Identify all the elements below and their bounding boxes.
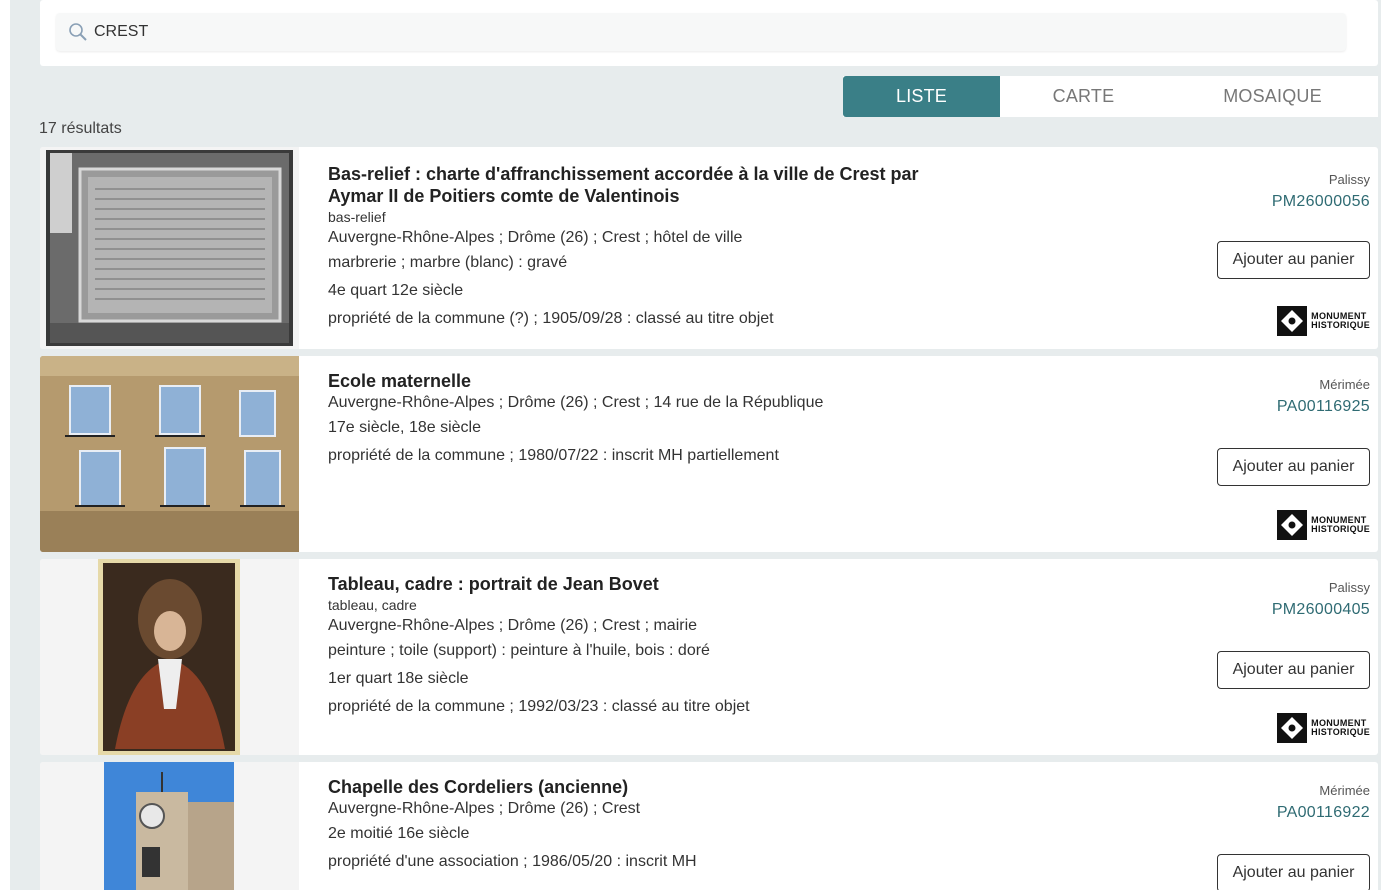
monument-historique-label: MONUMENT HISTORIQUE [1311, 311, 1370, 330]
result-card: Ecole maternelle Auvergne-Rhône-Alpes ; … [40, 356, 1378, 552]
monument-historique-label: MONUMENT HISTORIQUE [1311, 515, 1370, 534]
result-date: 17e siècle, 18e siècle [328, 419, 481, 436]
search-input[interactable]: CREST [56, 13, 1346, 51]
tab-carte[interactable]: CARTE [1000, 76, 1167, 117]
result-location: Auvergne-Rhône-Alpes ; Drôme (26) ; Cres… [328, 617, 698, 634]
add-to-cart-button[interactable]: Ajouter au panier [1217, 854, 1370, 890]
result-reference[interactable]: PA00116925 [1150, 398, 1370, 416]
result-location: Auvergne-Rhône-Alpes ; Drôme (26) ; Cres… [328, 229, 743, 246]
results-panel: CREST LISTE CARTE MOSAIQUE 17 résultats [10, 0, 1381, 890]
result-base: Mérimée [1319, 377, 1370, 392]
result-title[interactable]: Ecole maternelle [328, 370, 968, 392]
monument-historique-label: MONUMENT HISTORIQUE [1311, 718, 1370, 737]
result-card: Tableau, cadre : portrait de Jean Bovet … [40, 559, 1378, 755]
result-body: Tableau, cadre : portrait de Jean Bovet … [328, 573, 968, 721]
result-meta: Mérimée PA00116925 [1150, 377, 1370, 416]
result-status: propriété de la commune ; 1980/07/22 : i… [328, 447, 779, 464]
result-base: Palissy [1328, 580, 1370, 595]
add-to-cart-button[interactable]: Ajouter au panier [1217, 651, 1370, 689]
result-subtitle: bas-relief [328, 209, 386, 225]
result-status: propriété de la commune ; 1992/03/23 : c… [328, 698, 750, 715]
result-body: Ecole maternelle Auvergne-Rhône-Alpes ; … [328, 370, 968, 470]
result-date: 4e quart 12e siècle [328, 282, 464, 299]
result-body: Chapelle des Cordeliers (ancienne) Auver… [328, 776, 968, 876]
result-reference[interactable]: PM26000405 [1150, 601, 1370, 619]
result-date: 1er quart 18e siècle [328, 670, 469, 687]
result-title[interactable]: Tableau, cadre : portrait de Jean Bovet [328, 573, 968, 595]
result-thumbnail[interactable] [40, 559, 299, 755]
search-icon [69, 23, 87, 41]
result-thumbnail[interactable] [40, 147, 299, 349]
result-material: marbrerie ; marbre (blanc) : gravé [328, 254, 568, 271]
monument-historique-logo: MONUMENT HISTORIQUE [1277, 510, 1370, 540]
result-status: propriété de la commune (?) ; 1905/09/28… [328, 310, 774, 327]
result-location: Auvergne-Rhône-Alpes ; Drôme (26) ; Cres… [328, 800, 641, 817]
monument-historique-icon [1277, 510, 1308, 540]
result-location: Auvergne-Rhône-Alpes ; Drôme (26) ; Cres… [328, 394, 824, 411]
monument-historique-logo: MONUMENT HISTORIQUE [1277, 713, 1370, 743]
tab-mosaique[interactable]: MOSAIQUE [1167, 76, 1378, 117]
result-thumbnail[interactable] [40, 762, 299, 890]
result-card: Chapelle des Cordeliers (ancienne) Auver… [40, 762, 1378, 890]
results-count: 17 résultats [39, 120, 122, 137]
result-card: Bas-relief : charte d'affranchissement a… [40, 147, 1378, 349]
search-card: CREST [40, 0, 1378, 66]
result-base: Palissy [1328, 172, 1370, 187]
result-meta: Palissy PM26000056 [1150, 172, 1370, 211]
result-material: peinture ; toile (support) : peinture à … [328, 642, 710, 659]
add-to-cart-button[interactable]: Ajouter au panier [1217, 241, 1370, 279]
result-title[interactable]: Bas-relief : charte d'affranchissement a… [328, 163, 968, 207]
result-status: propriété d'une association ; 1986/05/20… [328, 853, 697, 870]
result-meta: Palissy PM26000405 [1150, 580, 1370, 619]
result-meta: Mérimée PA00116922 [1150, 783, 1370, 822]
result-subtitle: tableau, cadre [328, 597, 417, 613]
result-date: 2e moitié 16e siècle [328, 825, 470, 842]
result-title[interactable]: Chapelle des Cordeliers (ancienne) [328, 776, 968, 798]
result-thumbnail[interactable] [40, 356, 299, 552]
result-base: Mérimée [1319, 783, 1370, 798]
monument-historique-icon [1277, 713, 1308, 743]
result-reference[interactable]: PM26000056 [1150, 193, 1370, 211]
result-body: Bas-relief : charte d'affranchissement a… [328, 163, 968, 333]
result-reference[interactable]: PA00116922 [1150, 804, 1370, 822]
add-to-cart-button[interactable]: Ajouter au panier [1217, 448, 1370, 486]
tab-liste[interactable]: LISTE [843, 76, 1000, 117]
monument-historique-logo: MONUMENT HISTORIQUE [1277, 306, 1370, 336]
search-value: CREST [94, 23, 149, 40]
view-tabs: LISTE CARTE MOSAIQUE [843, 76, 1378, 117]
monument-historique-icon [1277, 306, 1308, 336]
